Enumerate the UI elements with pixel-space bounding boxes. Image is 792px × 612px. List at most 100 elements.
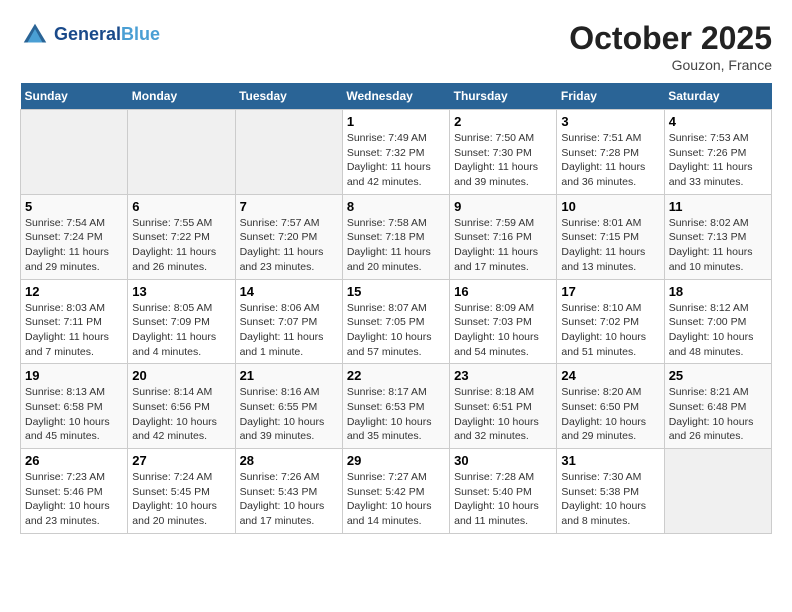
day-info: Sunrise: 7:54 AM Sunset: 7:24 PM Dayligh… [25, 216, 123, 275]
day-number: 7 [240, 199, 338, 214]
day-number: 28 [240, 453, 338, 468]
calendar-table: SundayMondayTuesdayWednesdayThursdayFrid… [20, 83, 772, 534]
day-number: 16 [454, 284, 552, 299]
day-number: 19 [25, 368, 123, 383]
day-info: Sunrise: 7:24 AM Sunset: 5:45 PM Dayligh… [132, 470, 230, 529]
day-number: 30 [454, 453, 552, 468]
calendar-cell: 16 Sunrise: 8:09 AM Sunset: 7:03 PM Dayli… [450, 279, 557, 364]
day-number: 9 [454, 199, 552, 214]
calendar-cell: 14Sunrise: 8:06 AM Sunset: 7:07 PM Dayli… [235, 279, 342, 364]
day-info: Sunrise: 7:28 AM Sunset: 5:40 PM Dayligh… [454, 470, 552, 529]
weekday-header-thursday: Thursday [450, 83, 557, 110]
calendar-cell: 23 Sunrise: 8:18 AM Sunset: 6:51 PM Dayli… [450, 364, 557, 449]
day-info: Sunrise: 8:13 AM Sunset: 6:58 PM Dayligh… [25, 385, 123, 444]
day-info: Sunrise: 8:14 AM Sunset: 6:56 PM Dayligh… [132, 385, 230, 444]
day-info: Sunrise: 7:27 AM Sunset: 5:42 PM Dayligh… [347, 470, 445, 529]
day-number: 26 [25, 453, 123, 468]
weekday-header-monday: Monday [128, 83, 235, 110]
day-info: Sunrise: 7:51 AM Sunset: 7:28 PM Dayligh… [561, 131, 659, 190]
calendar-cell: 20 Sunrise: 8:14 AM Sunset: 6:56 PM Dayli… [128, 364, 235, 449]
day-info: Sunrise: 8:09 AM Sunset: 7:03 PM Dayligh… [454, 301, 552, 360]
day-number: 4 [669, 114, 767, 129]
day-info: Sunrise: 8:18 AM Sunset: 6:51 PM Dayligh… [454, 385, 552, 444]
calendar-cell: 7 Sunrise: 7:57 AM Sunset: 7:20 PM Daylig… [235, 194, 342, 279]
day-info: Sunrise: 7:55 AM Sunset: 7:22 PM Dayligh… [132, 216, 230, 275]
day-info: Sunrise: 7:49 AM Sunset: 7:32 PM Dayligh… [347, 131, 445, 190]
calendar-cell: 25 Sunrise: 8:21 AM Sunset: 6:48 PM Dayli… [664, 364, 771, 449]
calendar-cell: 21 Sunrise: 8:16 AM Sunset: 6:55 PM Dayli… [235, 364, 342, 449]
day-info: Sunrise: 8:03 AM Sunset: 7:11 PM Dayligh… [25, 301, 123, 360]
logo-icon [20, 20, 50, 50]
day-info: Sunrise: 7:50 AM Sunset: 7:30 PM Dayligh… [454, 131, 552, 190]
calendar-cell: 6 Sunrise: 7:55 AM Sunset: 7:22 PM Daylig… [128, 194, 235, 279]
calendar-cell: 18 Sunrise: 8:12 AM Sunset: 7:00 PM Dayli… [664, 279, 771, 364]
weekday-header-tuesday: Tuesday [235, 83, 342, 110]
day-number: 14 [240, 284, 338, 299]
day-number: 22 [347, 368, 445, 383]
day-info: Sunrise: 8:12 AM Sunset: 7:00 PM Dayligh… [669, 301, 767, 360]
calendar-cell [664, 449, 771, 534]
calendar-cell: 26 Sunrise: 7:23 AM Sunset: 5:46 PM Dayli… [21, 449, 128, 534]
calendar-cell: 2 Sunrise: 7:50 AM Sunset: 7:30 PM Daylig… [450, 110, 557, 195]
day-info: Sunrise: 7:23 AM Sunset: 5:46 PM Dayligh… [25, 470, 123, 529]
day-info: Sunrise: 8:02 AM Sunset: 7:13 PM Dayligh… [669, 216, 767, 275]
calendar-cell: 13 Sunrise: 8:05 AM Sunset: 7:09 PM Dayli… [128, 279, 235, 364]
logo-text: GeneralBlue [54, 25, 160, 45]
page-header: GeneralBlue October 2025 Gouzon, France [20, 20, 772, 73]
day-number: 2 [454, 114, 552, 129]
calendar-cell: 19 Sunrise: 8:13 AM Sunset: 6:58 PM Dayli… [21, 364, 128, 449]
calendar-cell: 11 Sunrise: 8:02 AM Sunset: 7:13 PM Dayli… [664, 194, 771, 279]
day-number: 15 [347, 284, 445, 299]
day-info: Sunrise: 8:21 AM Sunset: 6:48 PM Dayligh… [669, 385, 767, 444]
day-info: Sunrise: 8:10 AM Sunset: 7:02 PM Dayligh… [561, 301, 659, 360]
calendar-cell [235, 110, 342, 195]
calendar-cell [128, 110, 235, 195]
day-number: 3 [561, 114, 659, 129]
day-number: 10 [561, 199, 659, 214]
day-number: 18 [669, 284, 767, 299]
day-info: Sunrise: 8:01 AM Sunset: 7:15 PM Dayligh… [561, 216, 659, 275]
day-info: Sunrise: 8:20 AM Sunset: 6:50 PM Dayligh… [561, 385, 659, 444]
month-title: October 2025 [569, 20, 772, 57]
calendar-cell: 1 Sunrise: 7:49 AM Sunset: 7:32 PM Daylig… [342, 110, 449, 195]
day-info: Sunrise: 7:53 AM Sunset: 7:26 PM Dayligh… [669, 131, 767, 190]
day-number: 21 [240, 368, 338, 383]
calendar-cell: 24 Sunrise: 8:20 AM Sunset: 6:50 PM Dayli… [557, 364, 664, 449]
weekday-header-wednesday: Wednesday [342, 83, 449, 110]
day-number: 25 [669, 368, 767, 383]
day-number: 6 [132, 199, 230, 214]
day-number: 11 [669, 199, 767, 214]
calendar-cell: 12Sunrise: 8:03 AM Sunset: 7:11 PM Dayli… [21, 279, 128, 364]
calendar-cell: 15 Sunrise: 8:07 AM Sunset: 7:05 PM Dayli… [342, 279, 449, 364]
day-number: 20 [132, 368, 230, 383]
day-number: 13 [132, 284, 230, 299]
calendar-cell: 4 Sunrise: 7:53 AM Sunset: 7:26 PM Daylig… [664, 110, 771, 195]
calendar-cell: 28Sunrise: 7:26 AM Sunset: 5:43 PM Dayli… [235, 449, 342, 534]
calendar-cell [21, 110, 128, 195]
day-number: 23 [454, 368, 552, 383]
title-block: October 2025 Gouzon, France [569, 20, 772, 73]
calendar-cell: 22Sunrise: 8:17 AM Sunset: 6:53 PM Dayli… [342, 364, 449, 449]
day-info: Sunrise: 8:05 AM Sunset: 7:09 PM Dayligh… [132, 301, 230, 360]
calendar-cell: 9Sunrise: 7:59 AM Sunset: 7:16 PM Daylig… [450, 194, 557, 279]
day-number: 31 [561, 453, 659, 468]
weekday-header-saturday: Saturday [664, 83, 771, 110]
calendar-cell: 17 Sunrise: 8:10 AM Sunset: 7:02 PM Dayli… [557, 279, 664, 364]
day-number: 1 [347, 114, 445, 129]
day-number: 17 [561, 284, 659, 299]
weekday-header-friday: Friday [557, 83, 664, 110]
calendar-cell: 27 Sunrise: 7:24 AM Sunset: 5:45 PM Dayli… [128, 449, 235, 534]
day-number: 24 [561, 368, 659, 383]
calendar-cell: 3 Sunrise: 7:51 AM Sunset: 7:28 PM Daylig… [557, 110, 664, 195]
day-info: Sunrise: 7:30 AM Sunset: 5:38 PM Dayligh… [561, 470, 659, 529]
day-number: 27 [132, 453, 230, 468]
calendar-cell: 5Sunrise: 7:54 AM Sunset: 7:24 PM Daylig… [21, 194, 128, 279]
calendar-cell: 10 Sunrise: 8:01 AM Sunset: 7:15 PM Dayli… [557, 194, 664, 279]
day-number: 29 [347, 453, 445, 468]
day-info: Sunrise: 8:16 AM Sunset: 6:55 PM Dayligh… [240, 385, 338, 444]
day-info: Sunrise: 7:57 AM Sunset: 7:20 PM Dayligh… [240, 216, 338, 275]
logo: GeneralBlue [20, 20, 160, 50]
day-info: Sunrise: 8:07 AM Sunset: 7:05 PM Dayligh… [347, 301, 445, 360]
calendar-cell: 31 Sunrise: 7:30 AM Sunset: 5:38 PM Dayli… [557, 449, 664, 534]
weekday-header-sunday: Sunday [21, 83, 128, 110]
